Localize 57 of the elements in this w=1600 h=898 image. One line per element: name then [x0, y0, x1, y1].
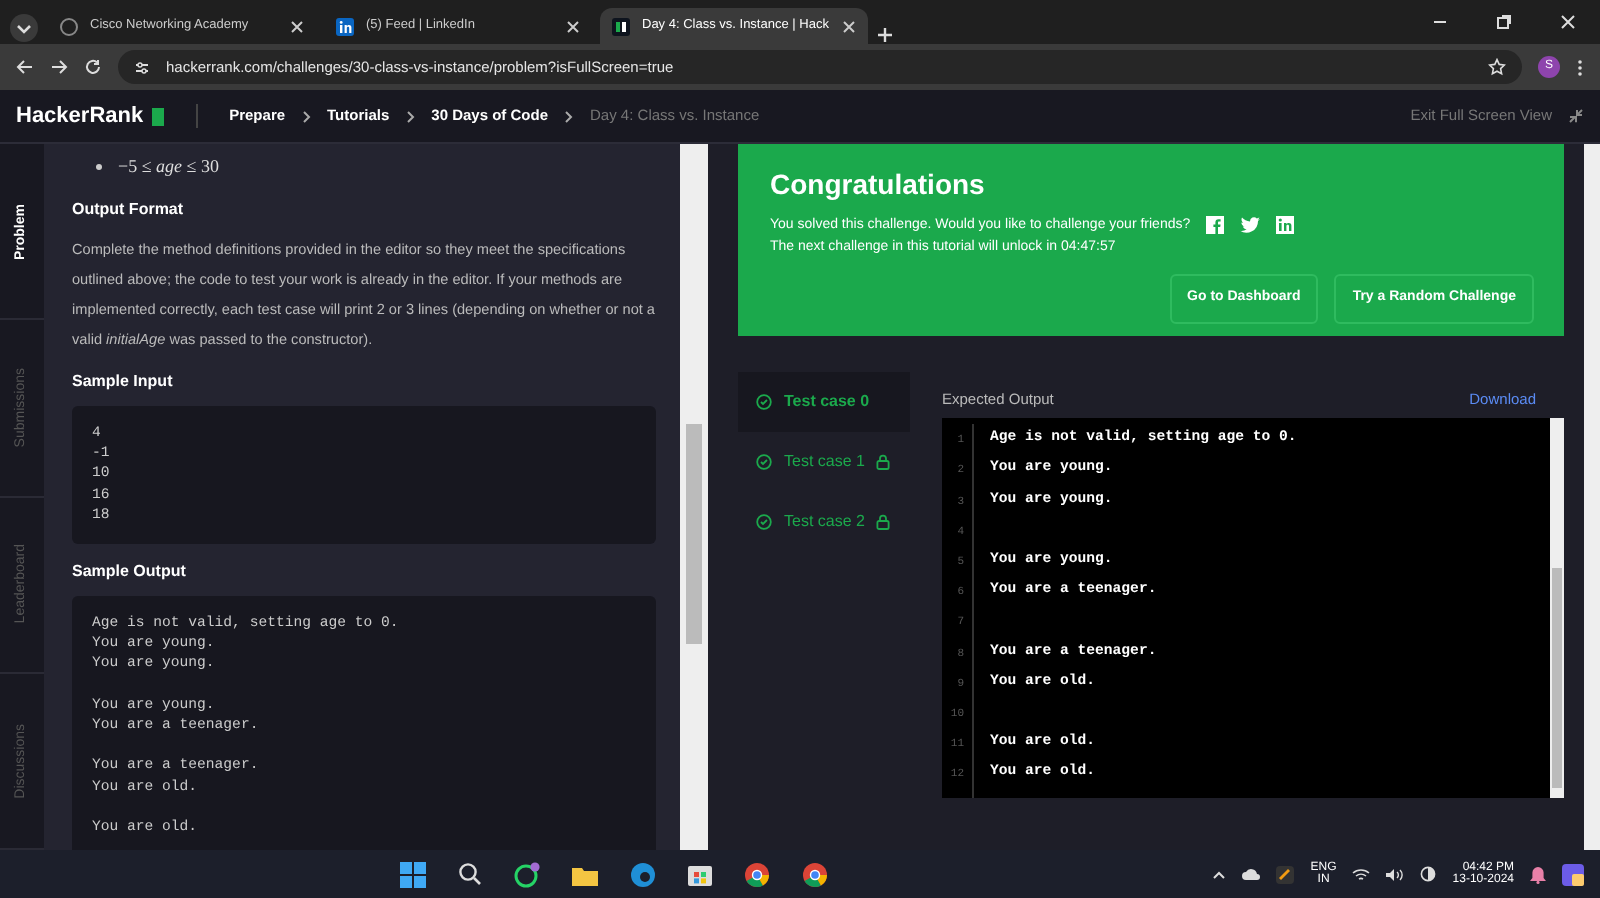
test-case-tab[interactable]: Test case 2: [738, 492, 910, 552]
test-case-tab[interactable]: Test case 1: [738, 432, 910, 492]
store-icon[interactable]: [688, 862, 713, 886]
check-circle-icon: [756, 514, 772, 530]
hackerrank-logo[interactable]: HackerRank: [16, 99, 164, 133]
result-title: Congratulations: [770, 166, 987, 204]
chrome-icon[interactable]: [802, 861, 829, 887]
constraint-text: −5 ≤ age ≤ 30: [118, 154, 219, 180]
check-circle-icon: [756, 394, 772, 410]
tab-list-icon[interactable]: [8, 12, 40, 44]
close-icon[interactable]: [1560, 14, 1576, 30]
lock-icon: [876, 514, 891, 530]
volume-icon[interactable]: [1386, 867, 1405, 881]
notification-bell-icon[interactable]: [1530, 865, 1546, 883]
app-tray-icon[interactable]: [1276, 865, 1295, 883]
bookmark-star-icon[interactable]: [1488, 58, 1506, 76]
facebook-icon[interactable]: [1206, 216, 1225, 234]
reload-icon[interactable]: [84, 58, 102, 76]
linkedin-icon[interactable]: [1276, 216, 1295, 234]
close-icon[interactable]: [566, 19, 580, 33]
chevron-right-icon: [301, 109, 312, 123]
close-icon[interactable]: [842, 19, 856, 33]
test-case-tab[interactable]: Test case 0: [738, 372, 910, 432]
scrollbar[interactable]: [680, 144, 708, 850]
lock-icon: [876, 454, 891, 470]
bullet-icon: [96, 164, 102, 170]
hackerrank-icon: [612, 17, 630, 35]
site-settings-icon: [134, 59, 150, 75]
chat-app-icon[interactable]: [514, 861, 541, 887]
section-heading: Sample Input: [72, 370, 175, 394]
linkedin-icon: [336, 17, 354, 35]
widget-icon[interactable]: [1562, 863, 1584, 885]
back-icon[interactable]: [16, 58, 34, 76]
forward-icon[interactable]: [50, 58, 68, 76]
folder-icon[interactable]: [572, 863, 599, 885]
restore-icon[interactable]: [1496, 14, 1512, 30]
twitter-icon[interactable]: [1240, 216, 1261, 234]
chevron-right-icon: [405, 109, 416, 123]
new-tab-icon[interactable]: [876, 26, 894, 44]
check-circle-icon: [756, 454, 772, 470]
chevron-right-icon: [564, 109, 575, 123]
browser-icon[interactable]: [630, 861, 657, 887]
close-icon[interactable]: [290, 19, 304, 33]
globe-icon: [60, 17, 78, 35]
search-icon[interactable]: [458, 862, 483, 886]
section-heading: Sample Output: [72, 560, 188, 585]
wifi-icon[interactable]: [1352, 867, 1371, 881]
scrollbar[interactable]: [1550, 418, 1564, 799]
cloud-icon[interactable]: [1242, 868, 1261, 880]
battery-icon[interactable]: [1420, 866, 1437, 882]
section-heading: Output Format: [72, 198, 186, 222]
collapse-icon[interactable]: [1568, 108, 1584, 124]
more-menu-icon[interactable]: [1576, 57, 1584, 77]
scrollbar[interactable]: [1584, 144, 1600, 850]
chrome-icon[interactable]: [744, 861, 771, 887]
windows-start-icon[interactable]: [400, 861, 427, 887]
chevron-up-icon[interactable]: [1212, 869, 1227, 879]
